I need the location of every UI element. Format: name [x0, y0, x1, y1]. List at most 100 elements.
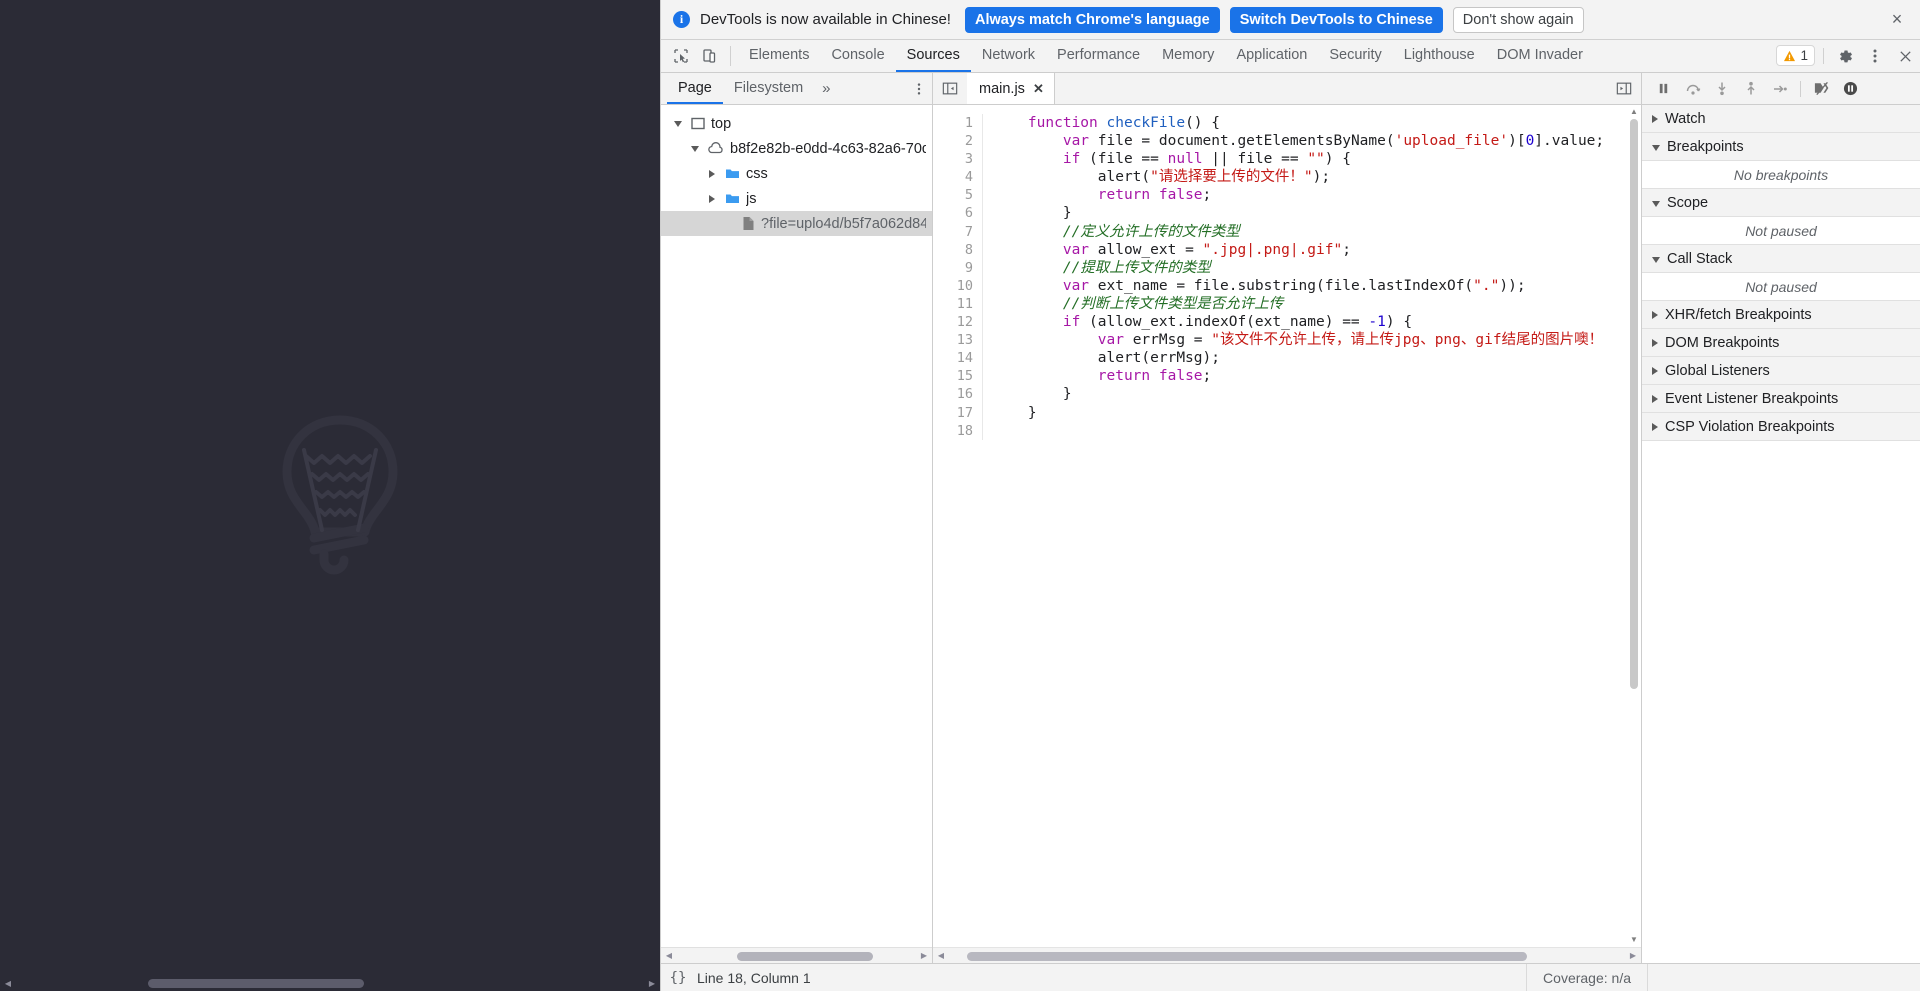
line-number[interactable]: 4 [933, 168, 983, 187]
tab-dom-invader[interactable]: DOM Invader [1486, 40, 1594, 72]
editor-tab-mainjs[interactable]: main.js ✕ [967, 73, 1055, 104]
code-line[interactable]: 10 var ext_name = file.substring(file.la… [933, 276, 1641, 295]
tab-sources[interactable]: Sources [895, 40, 971, 72]
editor-scroll-right-arrow-icon[interactable]: ▶ [1625, 951, 1641, 960]
code-line-text[interactable]: var allow_ext = ".jpg|.png|.gif"; [983, 241, 1351, 259]
tree-node-css[interactable]: css [661, 161, 932, 186]
line-number[interactable]: 10 [933, 276, 983, 295]
code-line[interactable]: 1 function checkFile() { [933, 114, 1641, 133]
line-number[interactable]: 3 [933, 150, 983, 169]
line-number[interactable]: 14 [933, 349, 983, 368]
tab-console[interactable]: Console [820, 40, 895, 72]
code-line-text[interactable]: alert(errMsg); [983, 349, 1220, 367]
always-match-language-button[interactable]: Always match Chrome's language [964, 6, 1220, 33]
code-line[interactable]: 6 } [933, 204, 1641, 223]
code-line-text[interactable]: return false; [983, 367, 1212, 385]
dont-show-again-button[interactable]: Don't show again [1452, 6, 1584, 33]
code-line[interactable]: 2 var file = document.getElementsByName(… [933, 132, 1641, 151]
line-number[interactable]: 12 [933, 313, 983, 332]
scroll-thumb[interactable] [148, 979, 364, 988]
navigator-horizontal-scrollbar[interactable]: ◀ ▶ [661, 947, 932, 963]
code-line-text[interactable]: } [983, 404, 1037, 422]
code-line-text[interactable]: } [983, 204, 1072, 222]
code-line-text[interactable]: var errMsg = "该文件不允许上传，请上传jpg、png、gif结尾的… [983, 331, 1603, 349]
line-number[interactable]: 5 [933, 186, 983, 205]
code-editor[interactable]: 1 function checkFile() {2 var file = doc… [933, 105, 1641, 963]
code-line-text[interactable]: return false; [983, 186, 1212, 204]
debugger-section-call-stack[interactable]: Call Stack [1642, 245, 1920, 273]
code-line[interactable]: 5 return false; [933, 186, 1641, 205]
line-number[interactable]: 15 [933, 367, 983, 386]
nav-scroll-track[interactable] [677, 948, 916, 964]
pause-script-icon[interactable] [1650, 77, 1677, 101]
code-line-text[interactable]: var ext_name = file.substring(file.lastI… [983, 277, 1526, 295]
editor-scroll-left-arrow-icon[interactable]: ◀ [933, 951, 949, 960]
show-navigator-icon[interactable] [933, 73, 967, 104]
line-number[interactable]: 11 [933, 294, 983, 314]
line-number[interactable]: 17 [933, 403, 983, 422]
code-line-text[interactable]: //判断上传文件类型是否允许上传 [983, 295, 1283, 313]
pause-on-exceptions-icon[interactable] [1837, 77, 1864, 101]
line-number[interactable]: 7 [933, 222, 983, 241]
debugger-section-csp-violation-breakpoints[interactable]: CSP Violation Breakpoints [1642, 413, 1920, 441]
navigator-more-tabs-icon[interactable]: » [814, 73, 838, 104]
code-line-text[interactable]: function checkFile() { [983, 114, 1220, 132]
editor-scroll-up-arrow-icon[interactable]: ▲ [1627, 105, 1641, 119]
code-line[interactable]: 8 var allow_ext = ".jpg|.png|.gif"; [933, 240, 1641, 259]
debugger-section-watch[interactable]: Watch [1642, 105, 1920, 133]
deactivate-breakpoints-icon[interactable] [1808, 77, 1835, 101]
line-number[interactable]: 18 [933, 421, 983, 440]
line-number[interactable]: 13 [933, 331, 983, 350]
editor-hscroll-track[interactable] [949, 948, 1625, 964]
nav-scroll-thumb[interactable] [737, 951, 873, 961]
more-options-icon[interactable] [1860, 40, 1890, 72]
tab-lighthouse[interactable]: Lighthouse [1393, 40, 1486, 72]
editor-vscroll-thumb[interactable] [1630, 119, 1638, 689]
source-code[interactable]: 1 function checkFile() {2 var file = doc… [933, 105, 1641, 963]
caret-right-icon[interactable] [705, 194, 719, 203]
code-line-text[interactable]: alert("请选择要上传的文件！"); [983, 168, 1330, 186]
line-number[interactable]: 6 [933, 204, 983, 223]
code-line[interactable]: 15 return false; [933, 367, 1641, 386]
debugger-section-global-listeners[interactable]: Global Listeners [1642, 357, 1920, 385]
tab-elements[interactable]: Elements [738, 40, 820, 72]
code-line-text[interactable]: var file = document.getElementsByName('u… [983, 132, 1604, 150]
debugger-section-xhr-fetch-breakpoints[interactable]: XHR/fetch Breakpoints [1642, 301, 1920, 329]
code-line[interactable]: 14 alert(errMsg); [933, 349, 1641, 368]
code-line[interactable]: 16 } [933, 385, 1641, 404]
code-line[interactable]: 9 //提取上传文件的类型 [933, 258, 1641, 277]
editor-scroll-down-arrow-icon[interactable]: ▼ [1627, 933, 1641, 947]
code-line-text[interactable]: } [983, 385, 1072, 403]
code-line[interactable]: 4 alert("请选择要上传的文件！"); [933, 168, 1641, 187]
page-horizontal-scrollbar[interactable]: ◀ ▶ [0, 975, 660, 991]
caret-right-icon[interactable] [705, 169, 719, 178]
editor-horizontal-scrollbar[interactable]: ◀ ▶ [933, 947, 1641, 963]
step-out-icon[interactable] [1737, 77, 1764, 101]
tab-network[interactable]: Network [971, 40, 1046, 72]
step-over-icon[interactable] [1679, 77, 1706, 101]
inspect-element-icon[interactable] [667, 40, 695, 72]
warning-count-badge[interactable]: 1 [1776, 45, 1815, 66]
tab-security[interactable]: Security [1318, 40, 1392, 72]
debugger-section-scope[interactable]: Scope [1642, 189, 1920, 217]
code-line-text[interactable]: if (allow_ext.indexOf(ext_name) == -1) { [983, 313, 1412, 331]
code-line[interactable]: 13 var errMsg = "该文件不允许上传，请上传jpg、png、gif… [933, 331, 1641, 350]
switch-devtools-language-button[interactable]: Switch DevTools to Chinese [1229, 6, 1443, 33]
caret-down-icon[interactable] [688, 145, 702, 152]
line-number[interactable]: 16 [933, 385, 983, 404]
tree-node-b8f2e82b-e0dd-4c63-82a6-[interactable]: b8f2e82b-e0dd-4c63-82a6-70d97 [661, 136, 932, 161]
debugger-section-breakpoints[interactable]: Breakpoints [1642, 133, 1920, 161]
settings-gear-icon[interactable] [1830, 40, 1860, 72]
close-tab-icon[interactable]: ✕ [1033, 81, 1044, 97]
code-line[interactable]: 17 } [933, 403, 1641, 422]
code-line-text[interactable]: if (file == null || file == "") { [983, 150, 1351, 168]
pretty-print-icon[interactable]: {} [661, 970, 695, 986]
scroll-right-arrow-icon[interactable]: ▶ [644, 975, 660, 991]
nav-scroll-left-arrow-icon[interactable]: ◀ [661, 951, 677, 960]
navigator-more-options-icon[interactable] [906, 73, 932, 104]
scroll-left-arrow-icon[interactable]: ◀ [0, 975, 16, 991]
tab-memory[interactable]: Memory [1151, 40, 1225, 72]
editor-hscroll-thumb[interactable] [967, 951, 1527, 961]
device-toolbar-icon[interactable] [695, 40, 723, 72]
code-line-text[interactable]: //提取上传文件的类型 [983, 259, 1211, 277]
